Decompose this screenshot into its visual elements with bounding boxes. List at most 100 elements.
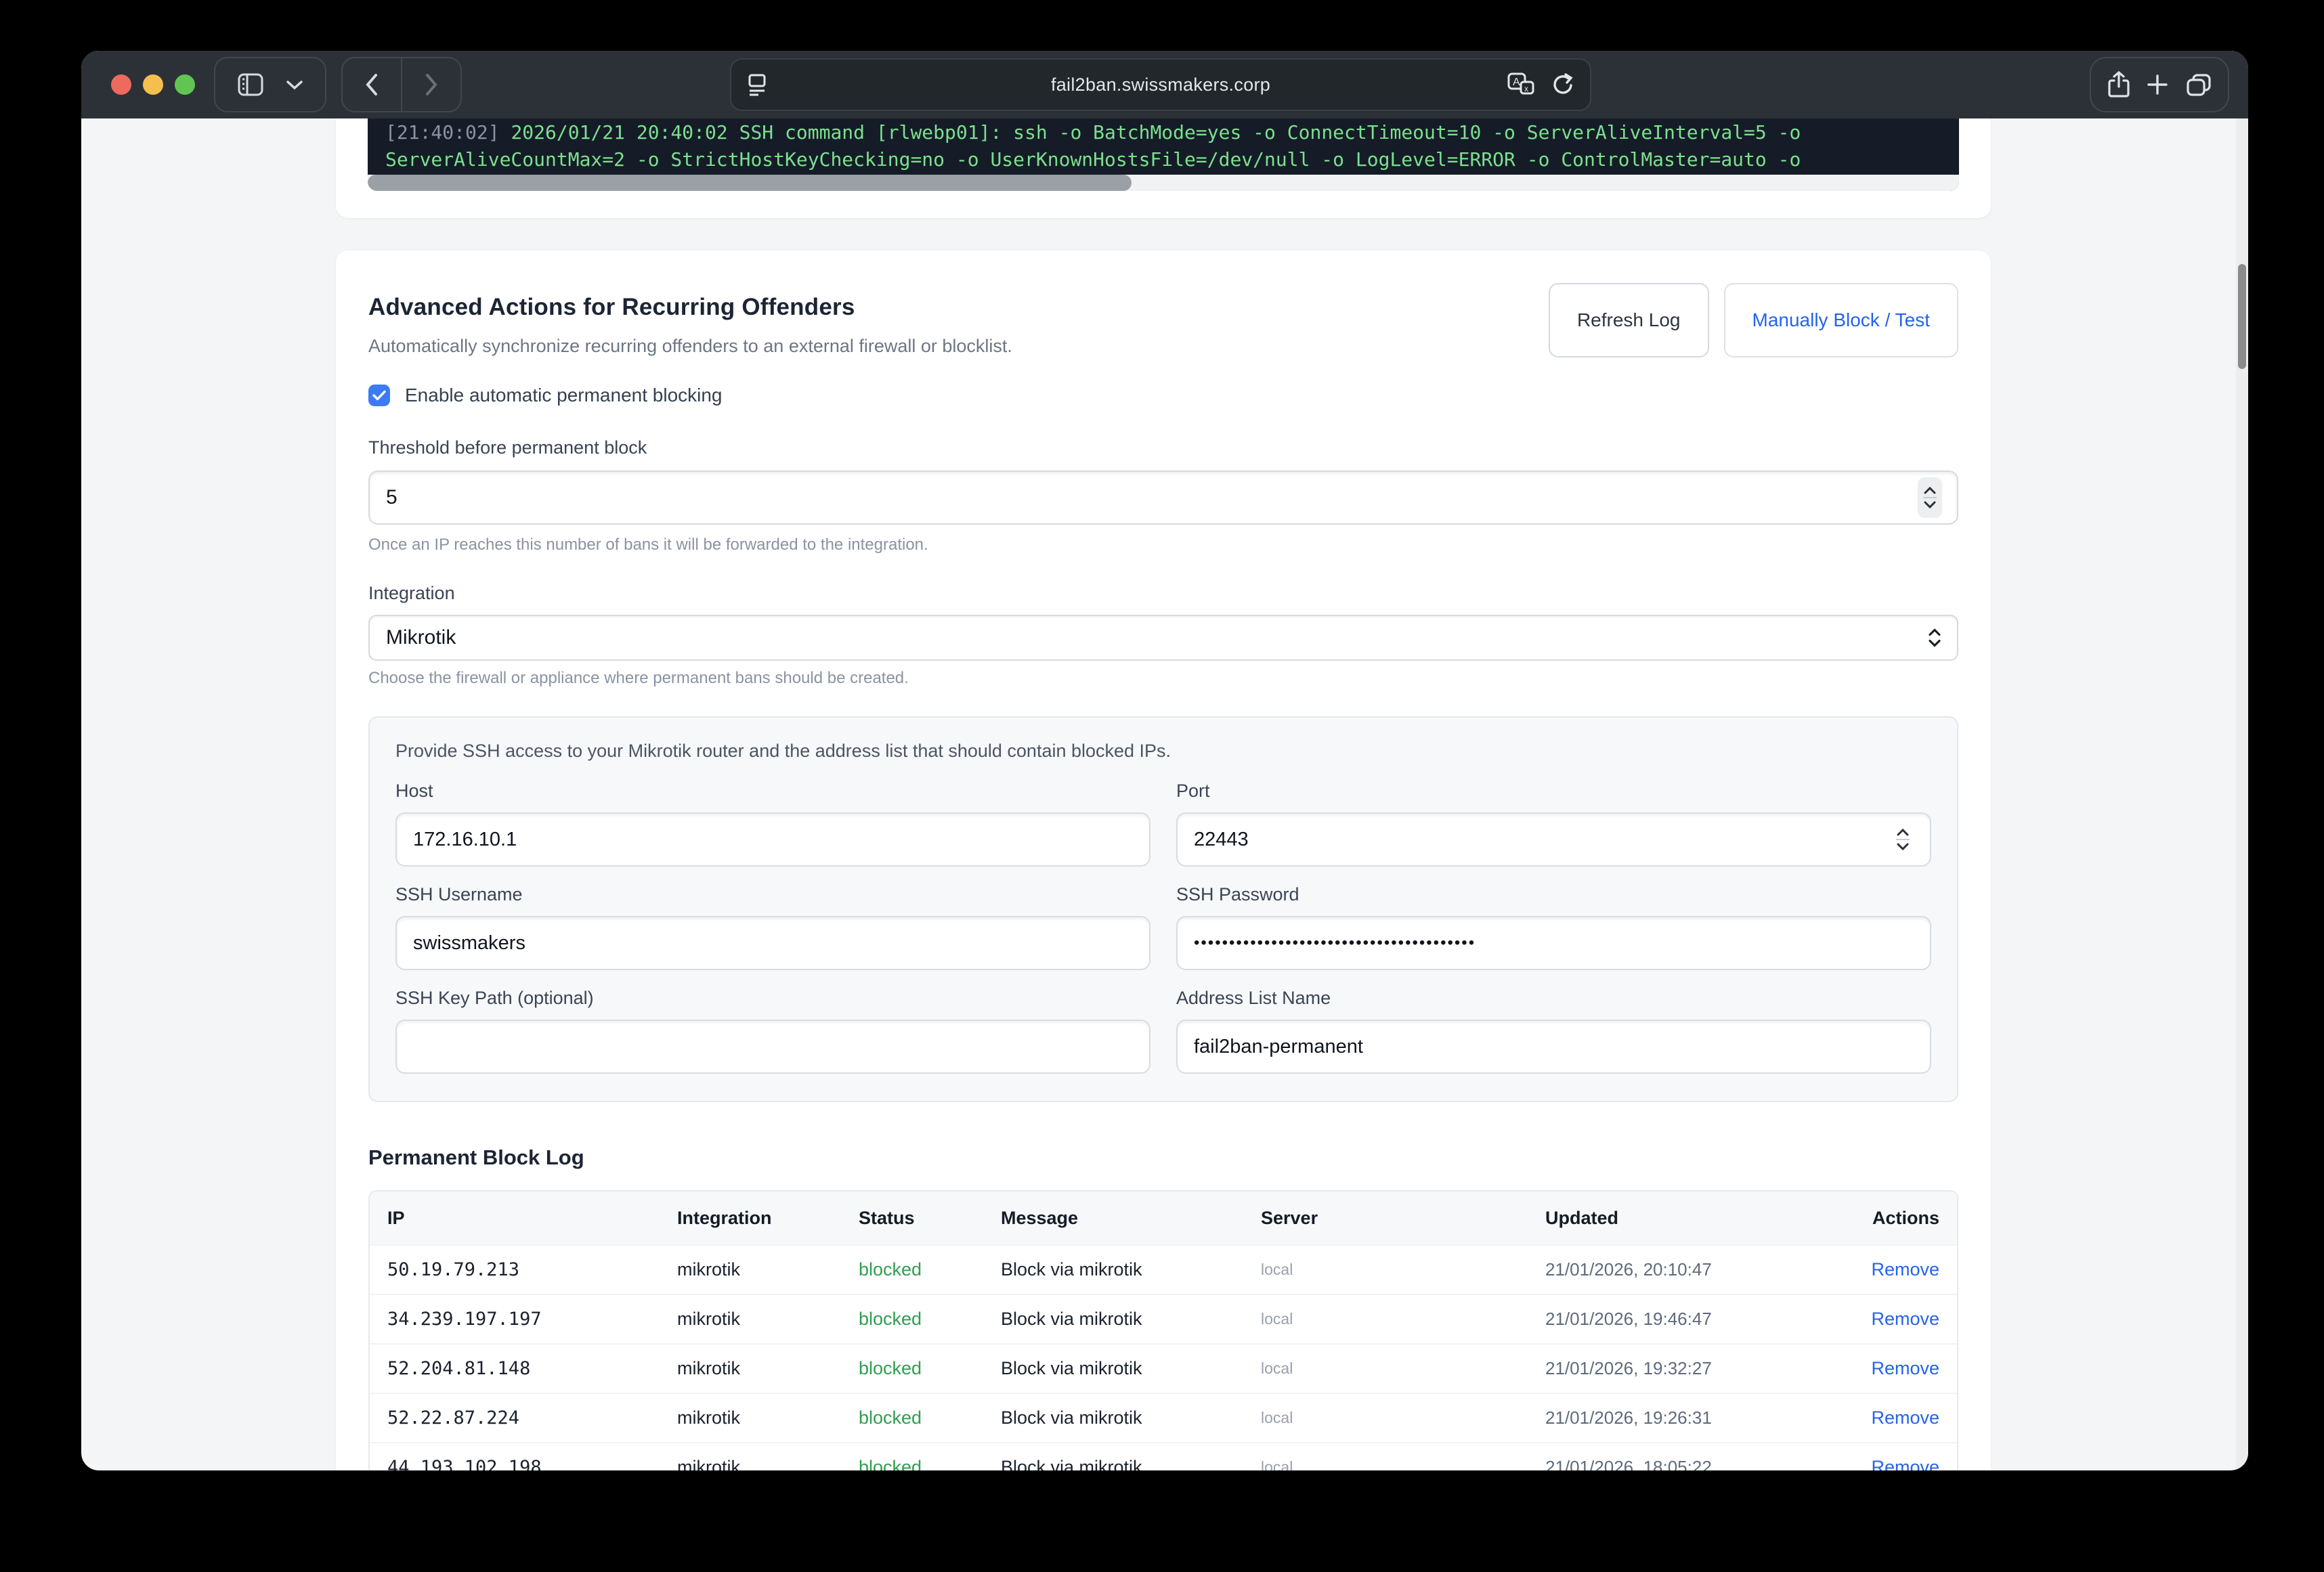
share-icon[interactable] — [2107, 70, 2130, 99]
row-message: Block via mikrotik — [1001, 1259, 1261, 1280]
table-row: 52.204.81.148 mikrotik blocked Block via… — [370, 1343, 1957, 1393]
col-integration: Integration — [677, 1208, 859, 1229]
integration-label: Integration — [368, 583, 1958, 604]
table-row: 44.193.102.198 mikrotik blocked Block vi… — [370, 1442, 1957, 1470]
window-controls — [111, 74, 195, 95]
row-message: Block via mikrotik — [1001, 1407, 1261, 1428]
threshold-input[interactable]: 5 — [368, 471, 1958, 525]
keypath-field-group: SSH Key Path (optional) — [395, 988, 1150, 1074]
host-label: Host — [395, 781, 1150, 802]
port-label: Port — [1176, 781, 1931, 802]
log-card: [21:40:02] 2026/01/21 20:40:02 SSH comma… — [336, 118, 1991, 218]
chevron-down-icon[interactable] — [286, 79, 303, 90]
back-button[interactable] — [343, 58, 401, 111]
page-title: Advanced Actions for Recurring Offenders — [368, 294, 1012, 321]
username-input[interactable]: swissmakers — [395, 916, 1150, 970]
password-field-group: SSH Password •••••••••••••••••••••••••••… — [1176, 884, 1931, 970]
terminal-log-text: [21:40:02] 2026/01/21 20:40:02 SSH comma… — [368, 118, 1959, 173]
svg-text:x: x — [1524, 84, 1528, 93]
port-input[interactable]: 22443 — [1176, 812, 1931, 867]
refresh-log-button[interactable]: Refresh Log — [1549, 283, 1709, 357]
number-stepper-icon[interactable] — [1918, 477, 1942, 518]
browser-toolbar: fail2ban.swissmakers.corp A x — [81, 51, 2248, 118]
advanced-actions-card: Advanced Actions for Recurring Offenders… — [336, 250, 1991, 1470]
row-server: local — [1261, 1359, 1545, 1378]
row-message: Block via mikrotik — [1001, 1457, 1261, 1470]
col-message: Message — [1001, 1208, 1261, 1229]
zoom-window-button[interactable] — [175, 74, 195, 95]
svg-text:A: A — [1513, 77, 1520, 88]
manually-block-button[interactable]: Manually Block / Test — [1724, 283, 1959, 357]
row-integration: mikrotik — [677, 1407, 859, 1428]
page-scrollbar[interactable] — [2236, 118, 2248, 1470]
terminal-hscrollbar-thumb[interactable] — [368, 175, 1132, 191]
row-integration: mikrotik — [677, 1358, 859, 1379]
host-input[interactable]: 172.16.10.1 — [395, 812, 1150, 867]
row-updated: 21/01/2026, 19:32:27 — [1545, 1358, 1870, 1379]
table-row: 52.22.87.224 mikrotik blocked Block via … — [370, 1393, 1957, 1442]
row-ip: 44.193.102.198 — [387, 1457, 677, 1470]
port-field-group: Port 22443 — [1176, 781, 1931, 867]
remove-link[interactable]: Remove — [1871, 1259, 1939, 1280]
row-ip: 50.19.79.213 — [387, 1259, 677, 1280]
integration-help: Choose the firewall or appliance where p… — [368, 669, 1958, 688]
terminal-hscrollbar[interactable] — [368, 175, 1959, 191]
username-field-group: SSH Username swissmakers — [395, 884, 1150, 970]
remove-link[interactable]: Remove — [1871, 1407, 1939, 1428]
keypath-input[interactable] — [395, 1020, 1150, 1074]
sidebar-toggle-group — [214, 57, 326, 112]
table-body: 50.19.79.213 mikrotik blocked Block via … — [370, 1244, 1957, 1470]
row-server: local — [1261, 1458, 1545, 1470]
row-server: local — [1261, 1310, 1545, 1328]
row-status: blocked — [859, 1358, 1001, 1379]
browser-window: fail2ban.swissmakers.corp A x — [81, 51, 2248, 1470]
integration-value: Mikrotik — [386, 626, 456, 649]
tab-overview-icon[interactable] — [2185, 72, 2212, 97]
minimize-window-button[interactable] — [143, 74, 163, 95]
forward-button[interactable] — [402, 58, 460, 111]
check-icon — [372, 390, 386, 401]
nav-buttons — [341, 57, 462, 112]
username-label: SSH Username — [395, 884, 1150, 905]
row-ip: 34.239.197.197 — [387, 1309, 677, 1330]
row-integration: mikrotik — [677, 1309, 859, 1330]
threshold-label: Threshold before permanent block — [368, 437, 1958, 458]
enable-blocking-checkbox[interactable] — [368, 385, 390, 406]
table-header-row: IP Integration Status Message Server Upd… — [370, 1192, 1957, 1244]
translate-icon[interactable]: A x — [1506, 71, 1536, 98]
close-window-button[interactable] — [111, 74, 131, 95]
row-server: local — [1261, 1261, 1545, 1279]
mikrotik-settings-panel: Provide SSH access to your Mikrotik rout… — [368, 716, 1958, 1102]
row-updated: 21/01/2026, 19:46:47 — [1545, 1309, 1870, 1330]
col-updated: Updated — [1545, 1208, 1870, 1229]
threshold-value: 5 — [386, 486, 397, 509]
port-stepper-icon[interactable] — [1891, 819, 1915, 860]
row-message: Block via mikrotik — [1001, 1309, 1261, 1330]
reload-icon[interactable] — [1551, 72, 1575, 97]
table-row: 34.239.197.197 mikrotik blocked Block vi… — [370, 1294, 1957, 1343]
integration-select[interactable]: Mikrotik — [368, 615, 1958, 661]
threshold-help: Once an IP reaches this number of bans i… — [368, 536, 1958, 554]
row-updated: 21/01/2026, 18:05:22 — [1545, 1457, 1870, 1470]
host-field-group: Host 172.16.10.1 — [395, 781, 1150, 867]
page-subtitle: Automatically synchronize recurring offe… — [368, 336, 1012, 357]
log-line: [21:40:02] 2026/01/21 20:40:02 SSH comma… — [385, 119, 1959, 146]
row-integration: mikrotik — [677, 1259, 859, 1280]
remove-link[interactable]: Remove — [1871, 1309, 1939, 1329]
remove-link[interactable]: Remove — [1871, 1358, 1939, 1378]
keypath-label: SSH Key Path (optional) — [395, 988, 1150, 1009]
url-text: fail2ban.swissmakers.corp — [731, 74, 1590, 95]
page-scrollbar-thumb[interactable] — [2238, 264, 2246, 369]
password-input[interactable]: •••••••••••••••••••••••••••••••••••••••• — [1176, 916, 1931, 970]
address-bar[interactable]: fail2ban.swissmakers.corp A x — [730, 58, 1591, 111]
addresslist-label: Address List Name — [1176, 988, 1931, 1009]
sidebar-icon[interactable] — [237, 72, 264, 97]
row-status: blocked — [859, 1309, 1001, 1330]
new-tab-icon[interactable] — [2146, 73, 2169, 96]
row-message: Block via mikrotik — [1001, 1358, 1261, 1379]
addresslist-input[interactable]: fail2ban-permanent — [1176, 1020, 1931, 1074]
reader-icon[interactable] — [746, 71, 768, 98]
col-server: Server — [1261, 1208, 1545, 1229]
remove-link[interactable]: Remove — [1871, 1457, 1939, 1470]
row-ip: 52.22.87.224 — [387, 1407, 677, 1428]
